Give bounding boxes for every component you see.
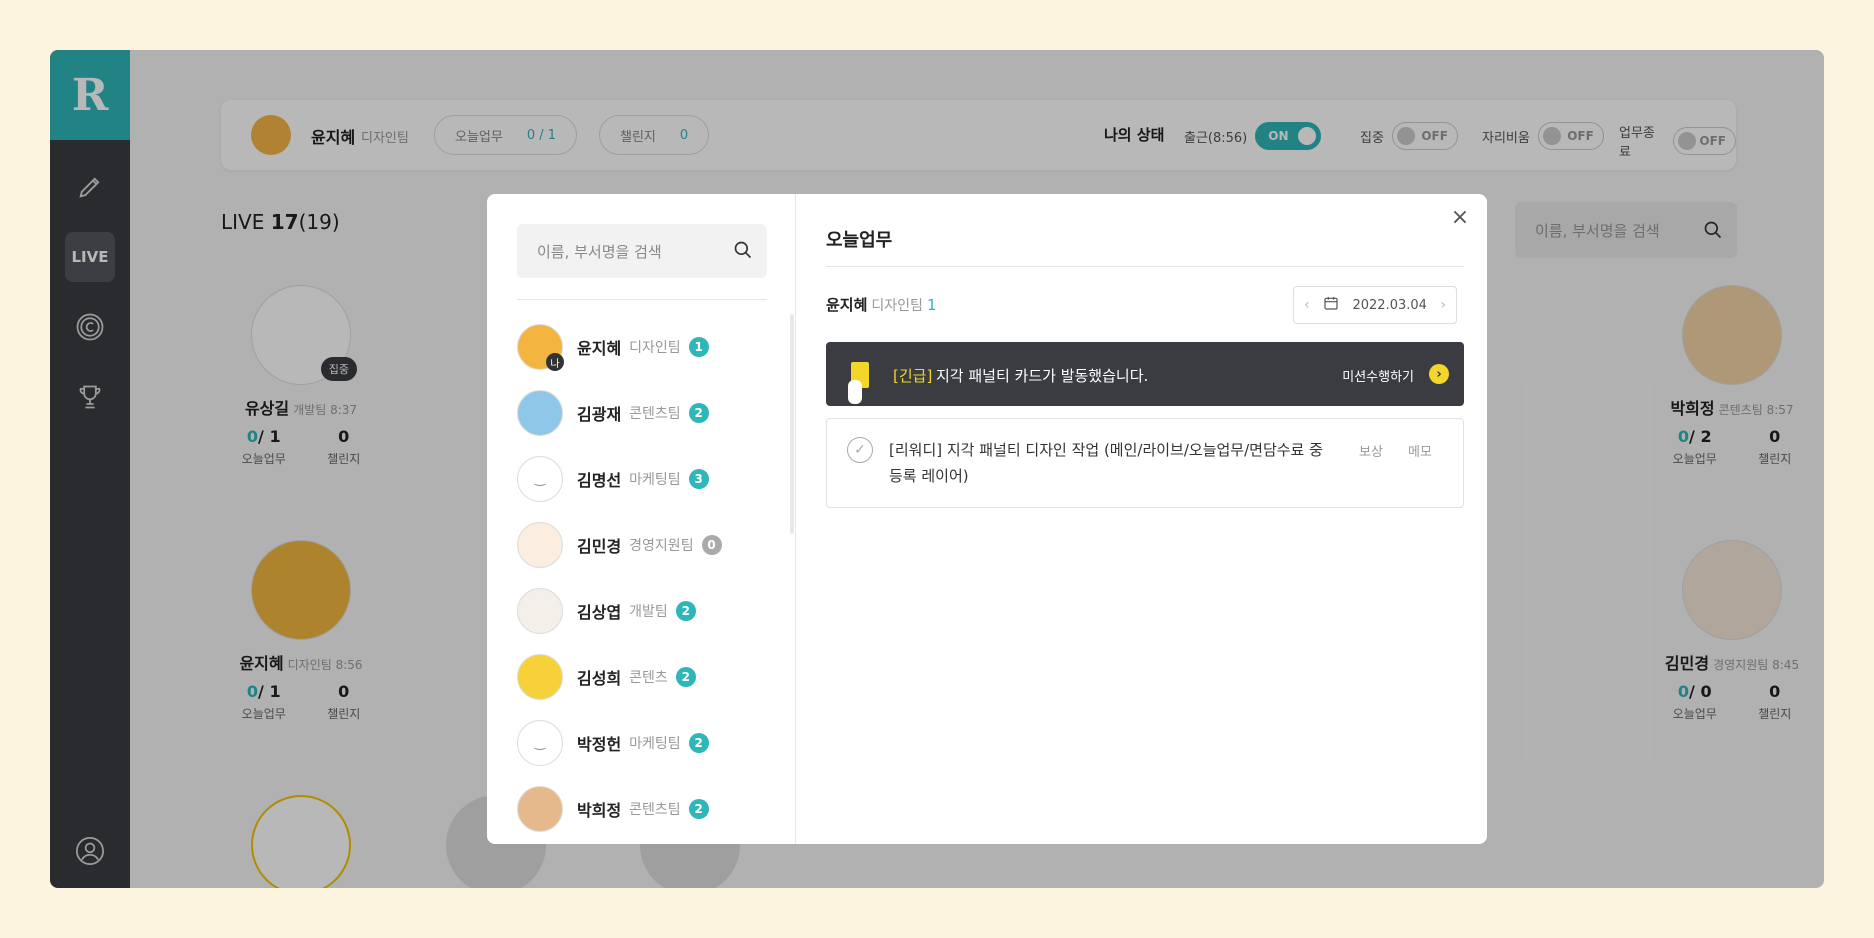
count-badge: 1 (688, 337, 709, 357)
search-icon[interactable] (733, 240, 753, 264)
mission-button[interactable]: 미션수행하기 (1342, 366, 1414, 385)
avatar: ‿ (517, 720, 563, 766)
list-item[interactable]: 김광재 콘텐츠팀 2 (517, 380, 777, 446)
list-item[interactable]: ‿ 김명선 마케팅팀 3 (517, 446, 777, 512)
count-badge: 2 (675, 601, 696, 621)
reward-button[interactable]: 보상 (1359, 441, 1383, 460)
alert-tag: [긴급] (893, 367, 933, 385)
list-item[interactable]: ‿ 박정헌 마케팅팀 2 (517, 710, 777, 776)
date-picker[interactable]: ‹ 2022.03.04 › (1293, 286, 1457, 324)
memo-button[interactable]: 메모 (1408, 441, 1432, 460)
member-search-input[interactable]: 이름, 부서명을 검색 (517, 224, 767, 278)
task-panel: × 오늘업무 윤지혜 디자인팀 1 ‹ 2022.03.04 › [긴급] 지각 패… (796, 194, 1487, 844)
selected-user: 윤지혜 디자인팀 1 (826, 296, 937, 314)
avatar: ‿ (517, 456, 563, 502)
count-badge: 2 (688, 799, 709, 819)
list-item[interactable]: 박희정 콘텐츠팀 2 (517, 776, 777, 842)
avatar (517, 588, 563, 634)
count-badge: 3 (688, 469, 709, 489)
avatar: 나 (517, 324, 564, 371)
list-item[interactable]: 김성희 콘텐츠 2 (517, 644, 777, 710)
alert-message: 지각 패널티 카드가 발동했습니다. (936, 367, 1149, 385)
count-badge: 2 (688, 733, 709, 753)
count-badge: 2 (675, 667, 696, 687)
chevron-left-icon[interactable]: ‹ (1304, 297, 1310, 313)
avatar (517, 390, 563, 436)
scrollbar[interactable] (790, 314, 794, 534)
divider (826, 266, 1464, 267)
avatar (517, 654, 563, 700)
me-badge: 나 (546, 353, 564, 371)
member-list: 나 윤지혜 디자인팀 1 김광재 콘텐츠팀 2 ‿ 김명선 마케팅팀 3 김민경… (517, 314, 777, 842)
member-list-panel: 이름, 부서명을 검색 나 윤지혜 디자인팀 1 김광재 콘텐츠팀 2 ‿ 김명… (487, 194, 796, 844)
task-item: ✓ [리워디] 지각 패널티 디자인 작업 (메인/라이브/오늘업무/면담수료 … (826, 418, 1464, 508)
list-item[interactable]: 김민경 경영지원팀 0 (517, 512, 777, 578)
hand-icon (848, 380, 862, 404)
close-icon[interactable]: × (1448, 206, 1472, 230)
list-item[interactable]: 나 윤지혜 디자인팀 1 (517, 314, 777, 380)
calendar-icon (1323, 295, 1339, 315)
modal-title: 오늘업무 (826, 230, 893, 251)
count-badge: 0 (701, 535, 722, 555)
app-window: R LIVE 윤지혜 디자인팀 오늘업무 0 / 1 챌린지 0 나의 상태 출… (50, 50, 1824, 888)
avatar (517, 522, 563, 568)
count-badge: 2 (688, 403, 709, 423)
check-icon[interactable]: ✓ (847, 437, 873, 463)
chevron-right-icon[interactable]: › (1440, 297, 1446, 313)
avatar (517, 786, 563, 832)
today-task-modal: 이름, 부서명을 검색 나 윤지혜 디자인팀 1 김광재 콘텐츠팀 2 ‿ 김명… (487, 194, 1487, 844)
divider (517, 299, 767, 300)
penalty-alert: [긴급] 지각 패널티 카드가 발동했습니다. 미션수행하기 › (826, 342, 1464, 406)
task-text: [리워디] 지각 패널티 디자인 작업 (메인/라이브/오늘업무/면담수료 중 … (889, 441, 1323, 485)
date-value: 2022.03.04 (1352, 297, 1427, 313)
list-item[interactable]: 김상엽 개발팀 2 (517, 578, 777, 644)
chevron-right-icon[interactable]: › (1429, 364, 1449, 384)
